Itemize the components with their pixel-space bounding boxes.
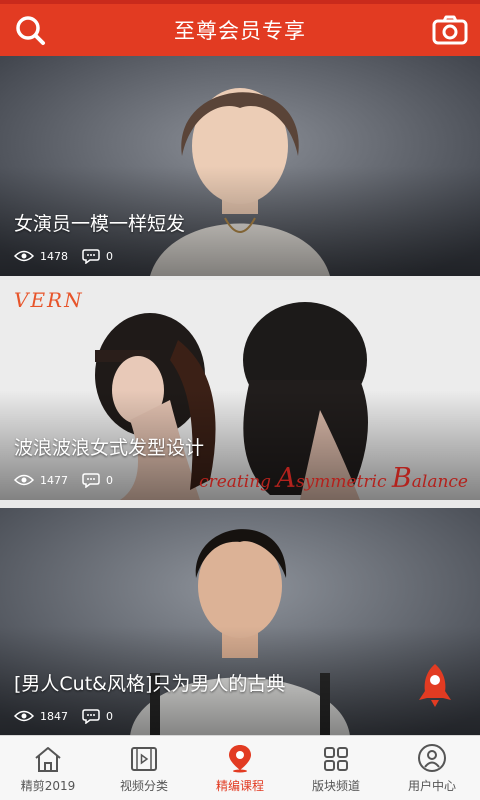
tagline-part: B (391, 463, 412, 494)
tagline-part: A (276, 463, 296, 494)
video-feed: 女演员一模一样短发 1478 0 VERN creating Asymmetri… (0, 56, 480, 736)
search-icon (16, 16, 45, 45)
tab-user-center[interactable]: 用户中心 (384, 736, 480, 800)
tab-label: 精编课程 (215, 779, 264, 793)
app-header: 至尊会员专享 (0, 4, 480, 56)
camera-button[interactable] (432, 12, 468, 48)
tab-video-categories[interactable]: 视频分类 (96, 736, 192, 800)
video-title: 女演员一模一样短发 (14, 213, 186, 235)
comment-count: 0 (82, 472, 113, 488)
page-title: 至尊会员专享 (174, 19, 306, 43)
home-icon (35, 747, 61, 772)
view-count-value: 1847 (40, 709, 68, 723)
comment-count-value: 0 (106, 473, 113, 487)
location-pin-icon (229, 745, 251, 773)
comment-count: 0 (82, 248, 113, 264)
video-title: 波浪波浪女式发型设计 (14, 437, 205, 459)
video-stats: 1477 0 (14, 472, 127, 488)
tab-home[interactable]: 精剪2019 (0, 736, 96, 800)
view-count-value: 1478 (40, 249, 68, 263)
tab-channels[interactable]: 版块频道 (288, 736, 384, 800)
comment-icon (82, 709, 100, 724)
comment-count: 0 (82, 708, 113, 724)
brand-logo: VERN (14, 288, 84, 312)
comment-count-value: 0 (106, 249, 113, 263)
view-count-value: 1477 (40, 473, 68, 487)
film-icon (131, 747, 157, 771)
camera-icon (432, 15, 468, 45)
view-count: 1847 (14, 710, 68, 723)
view-count: 1478 (14, 250, 68, 263)
comment-icon (82, 473, 100, 488)
tagline-part: creating (199, 472, 277, 492)
tagline-part: alance (411, 472, 468, 492)
eye-icon (14, 474, 34, 486)
tab-courses[interactable]: 精编课程 (192, 736, 288, 800)
video-stats: 1478 0 (14, 248, 127, 264)
tab-label: 精剪2019 (20, 779, 76, 793)
view-count: 1477 (14, 474, 68, 487)
eye-icon (14, 250, 34, 262)
tagline-part: symmetric (295, 472, 392, 492)
video-card[interactable]: [男人Cut&风格]只为男人的古典 1847 0 (0, 508, 480, 736)
video-stats: 1847 0 (14, 708, 127, 724)
eye-icon (14, 710, 34, 722)
tab-label: 版块频道 (311, 779, 360, 793)
grid-icon (324, 747, 348, 771)
video-card[interactable]: VERN creating Asymmetric Balance 波浪波浪女式发… (0, 280, 480, 500)
rocket-icon (419, 664, 451, 707)
tab-label: 视频分类 (119, 779, 168, 793)
tab-label: 用户中心 (407, 779, 456, 793)
video-title: [男人Cut&风格]只为男人的古典 (14, 673, 286, 695)
comment-count-value: 0 (106, 709, 113, 723)
bottom-tab-bar: 精剪2019 视频分类 精编课程 版块频道 用户中心 (0, 735, 480, 800)
tagline-text: creating Asymmetric Balance (199, 463, 468, 494)
video-card[interactable]: 女演员一模一样短发 1478 0 (0, 56, 480, 276)
rocket-button[interactable] (410, 660, 460, 710)
comment-icon (82, 249, 100, 264)
user-icon (418, 744, 446, 772)
search-button[interactable] (12, 12, 48, 48)
